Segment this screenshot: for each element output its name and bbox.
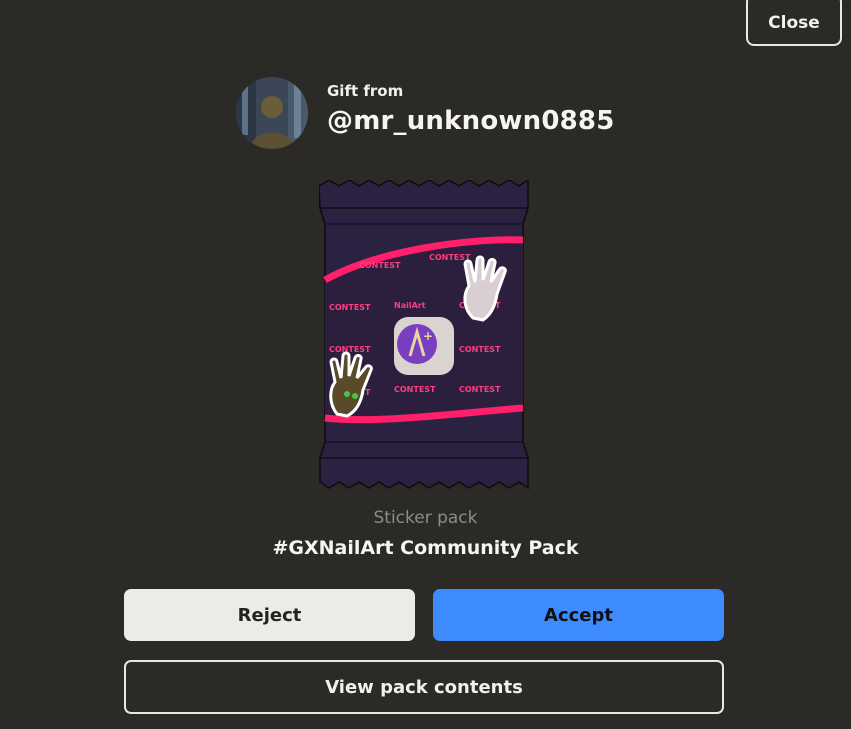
sticker-pack-image: CONTEST CONTEST CONTEST NailArt CONTEST CON…: [318, 178, 529, 494]
svg-text:CONTEST: CONTEST: [459, 345, 501, 354]
sender-username: @mr_unknown0885: [327, 106, 615, 136]
avatar: [236, 77, 308, 149]
svg-text:CONTEST: CONTEST: [329, 303, 371, 312]
accept-button[interactable]: Accept: [433, 589, 724, 641]
svg-text:+: +: [423, 329, 433, 343]
svg-text:CONTEST: CONTEST: [329, 345, 371, 354]
close-button[interactable]: Close: [746, 0, 842, 46]
svg-text:CONTEST: CONTEST: [359, 261, 401, 270]
gift-sender: Gift from @mr_unknown0885: [236, 77, 615, 149]
svg-text:CONTEST: CONTEST: [394, 385, 436, 394]
reject-button[interactable]: Reject: [124, 589, 415, 641]
gift-from-label: Gift from: [327, 82, 404, 100]
svg-text:NailArt: NailArt: [394, 301, 426, 310]
view-pack-contents-button[interactable]: View pack contents: [124, 660, 724, 714]
pack-type-label: Sticker pack: [373, 508, 478, 528]
pack-name: #GXNailArt Community Pack: [272, 537, 579, 559]
svg-text:CONTEST: CONTEST: [459, 385, 501, 394]
